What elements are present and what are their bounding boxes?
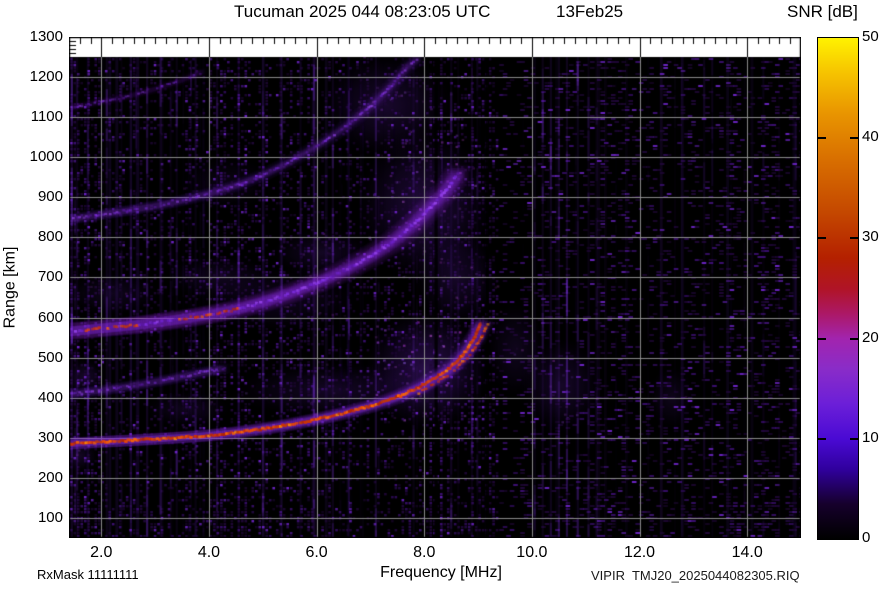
colorbar-title: SNR [dB] <box>787 2 858 21</box>
colorbar-tick-label: 50 <box>862 28 879 45</box>
y-tick-label: 800 <box>37 228 63 246</box>
colorbar-tick <box>850 437 858 440</box>
colorbar-tick-label: 0 <box>862 529 871 546</box>
colorbar-tick <box>818 437 826 440</box>
colorbar-tick-label: 10 <box>862 428 879 446</box>
y-tick-label: 1100 <box>30 108 63 126</box>
x-tick-label: 14.0 <box>731 544 763 561</box>
date-label: 13Feb25 <box>556 2 624 21</box>
colorbar-tick <box>850 237 858 240</box>
colorbar-tick <box>850 337 858 340</box>
colorbar-tick-label: 40 <box>862 128 879 146</box>
colorbar-tick-label: 20 <box>862 328 879 346</box>
y-tick-label: 1200 <box>29 68 63 86</box>
y-tick-label: 700 <box>37 268 63 286</box>
colorbar <box>817 37 859 540</box>
x-tick-label: 6.0 <box>305 544 328 561</box>
x-tick-label: 4.0 <box>197 544 221 561</box>
colorbar-tick-label: 30 <box>862 228 879 246</box>
y-tick-label: 100 <box>37 508 63 526</box>
colorbar-tick <box>818 337 826 340</box>
x-tick-label: 2.0 <box>90 544 113 561</box>
colorbar-tick <box>818 137 826 140</box>
colorbar-tick <box>818 237 826 240</box>
y-tick-label: 300 <box>37 428 63 446</box>
file-id-label: VIPIR TMJ20_2025044082305.RIQ <box>591 568 800 583</box>
rx-mask-label: RxMask 11111111 <box>37 567 139 582</box>
y-tick-label: 400 <box>37 388 63 406</box>
y-tick-label: 600 <box>37 308 63 326</box>
x-tick-label: 8.0 <box>413 544 436 561</box>
colorbar-tick <box>850 137 858 140</box>
ionogram-screen: Tucuman 2025 044 08:23:05 UTC 13Feb25 SN… <box>0 0 884 595</box>
page-title: Tucuman 2025 044 08:23:05 UTC <box>234 2 491 21</box>
y-tick-label: 900 <box>37 188 63 206</box>
x-tick-label: 10.0 <box>516 544 548 561</box>
x-axis-title: Frequency [MHz] <box>380 564 502 581</box>
y-tick-label: 200 <box>37 468 63 486</box>
y-tick-label: 500 <box>37 348 63 366</box>
ionogram-raster <box>69 37 801 538</box>
x-tick-label: 12.0 <box>623 544 656 561</box>
y-tick-label: 1300 <box>29 28 63 45</box>
y-tick-label: 1000 <box>29 148 63 166</box>
